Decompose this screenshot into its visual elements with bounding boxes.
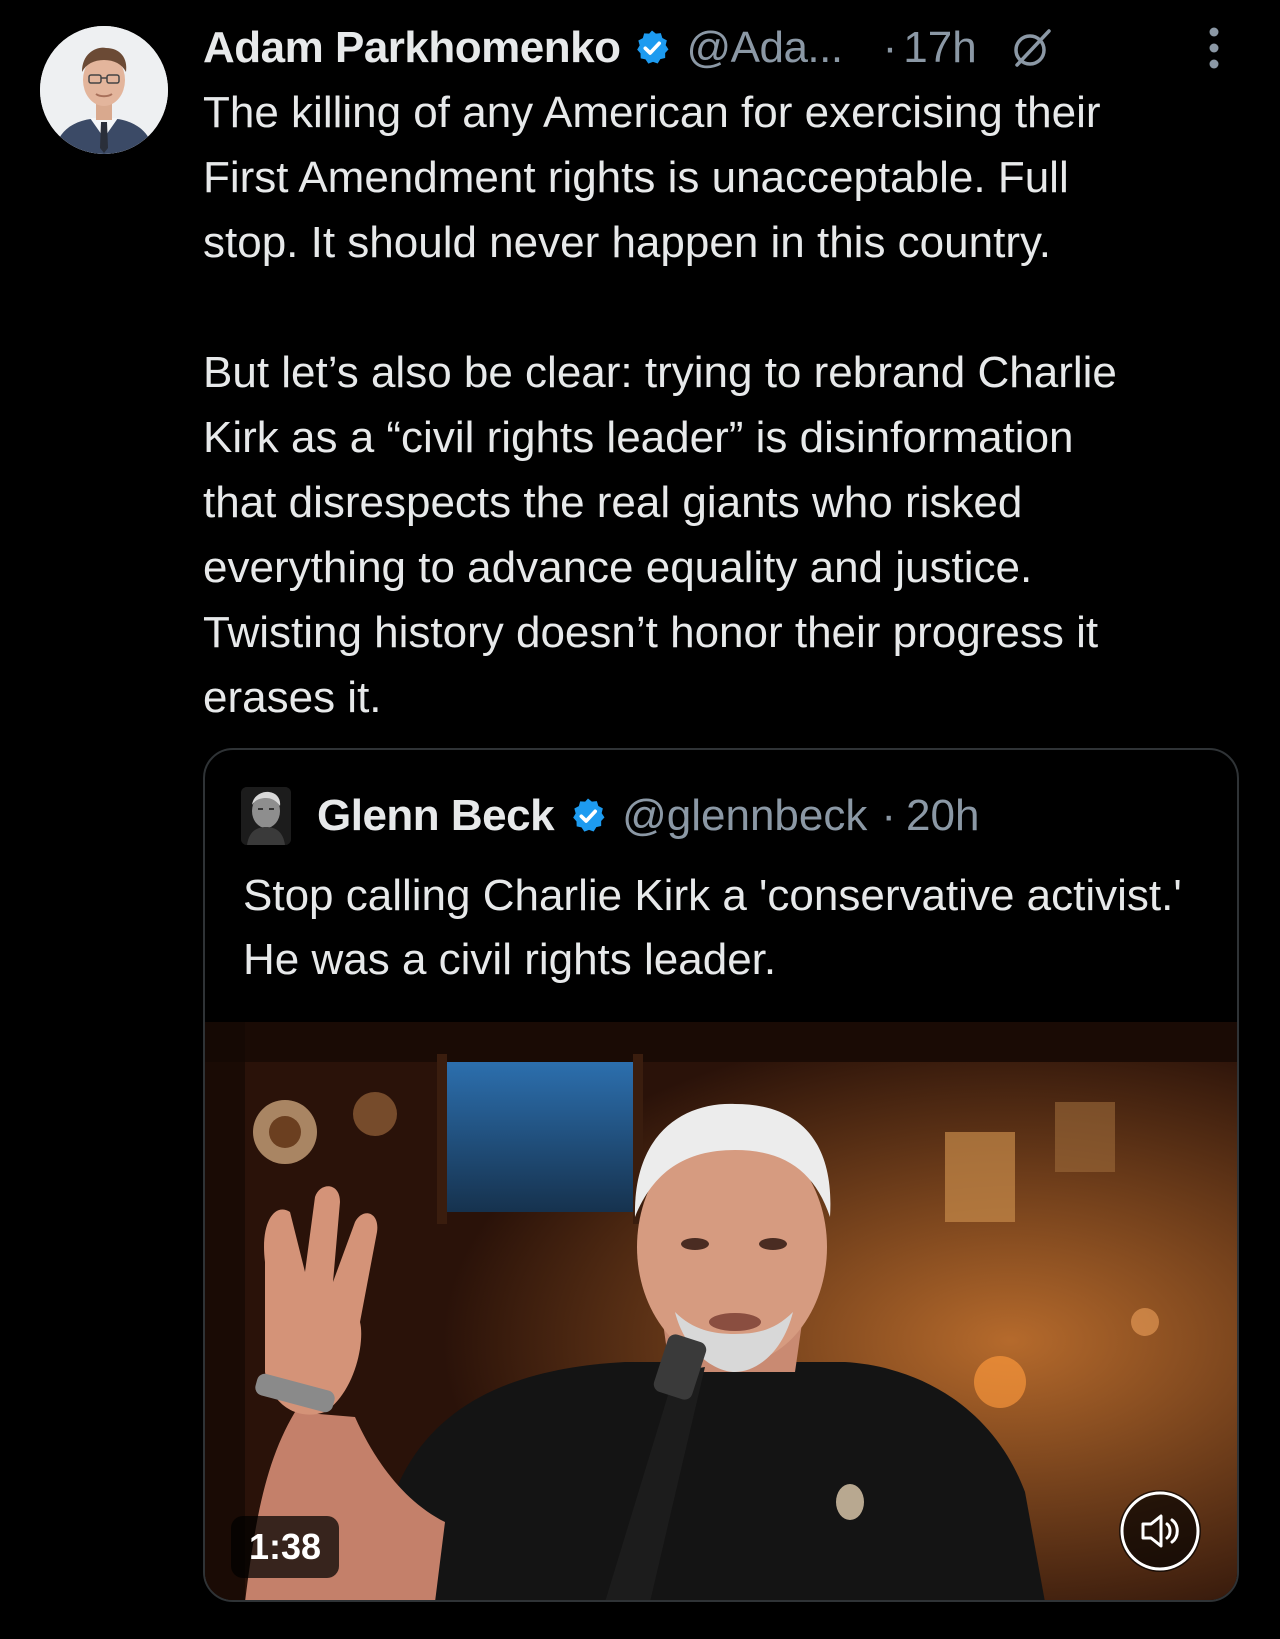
quote-separator: · <box>881 791 897 840</box>
quote-video[interactable]: 1:38 <box>205 1022 1237 1600</box>
mute-button[interactable] <box>1119 1490 1201 1572</box>
tweet[interactable]: Adam Parkhomenko @Ada... · 17h The killi… <box>0 0 1280 1639</box>
quoted-tweet[interactable]: Glenn Beck @glennbeck · 20h Stop calling… <box>203 748 1239 1602</box>
tweet-text: The killing of any American for exercisi… <box>203 88 1117 722</box>
grok-slash-icon[interactable] <box>1009 25 1055 71</box>
quote-author-avatar[interactable] <box>241 787 291 845</box>
header-separator: · <box>882 23 898 72</box>
verified-badge-icon <box>632 28 672 68</box>
tweet-timestamp[interactable]: 17h <box>903 23 976 73</box>
quote-text: Stop calling Charlie Kirk a 'conservativ… <box>243 871 1182 984</box>
author-handle[interactable]: @Ada... <box>686 23 843 73</box>
author-avatar[interactable] <box>40 26 168 154</box>
quote-timestamp[interactable]: 20h <box>906 791 979 841</box>
author-name[interactable]: Adam Parkhomenko <box>203 23 621 73</box>
tweet-header: Adam Parkhomenko @Ada... · 17h <box>203 18 1263 78</box>
quote-author-handle[interactable]: @glennbeck <box>622 791 867 841</box>
quote-author-name[interactable]: Glenn Beck <box>317 791 555 841</box>
more-vertical-icon[interactable] <box>1202 24 1226 72</box>
verified-badge-icon <box>568 796 608 836</box>
speaker-muted-icon <box>1120 1491 1200 1571</box>
quote-header: Glenn Beck @glennbeck · 20h <box>241 784 979 848</box>
video-duration-badge: 1:38 <box>231 1516 340 1578</box>
